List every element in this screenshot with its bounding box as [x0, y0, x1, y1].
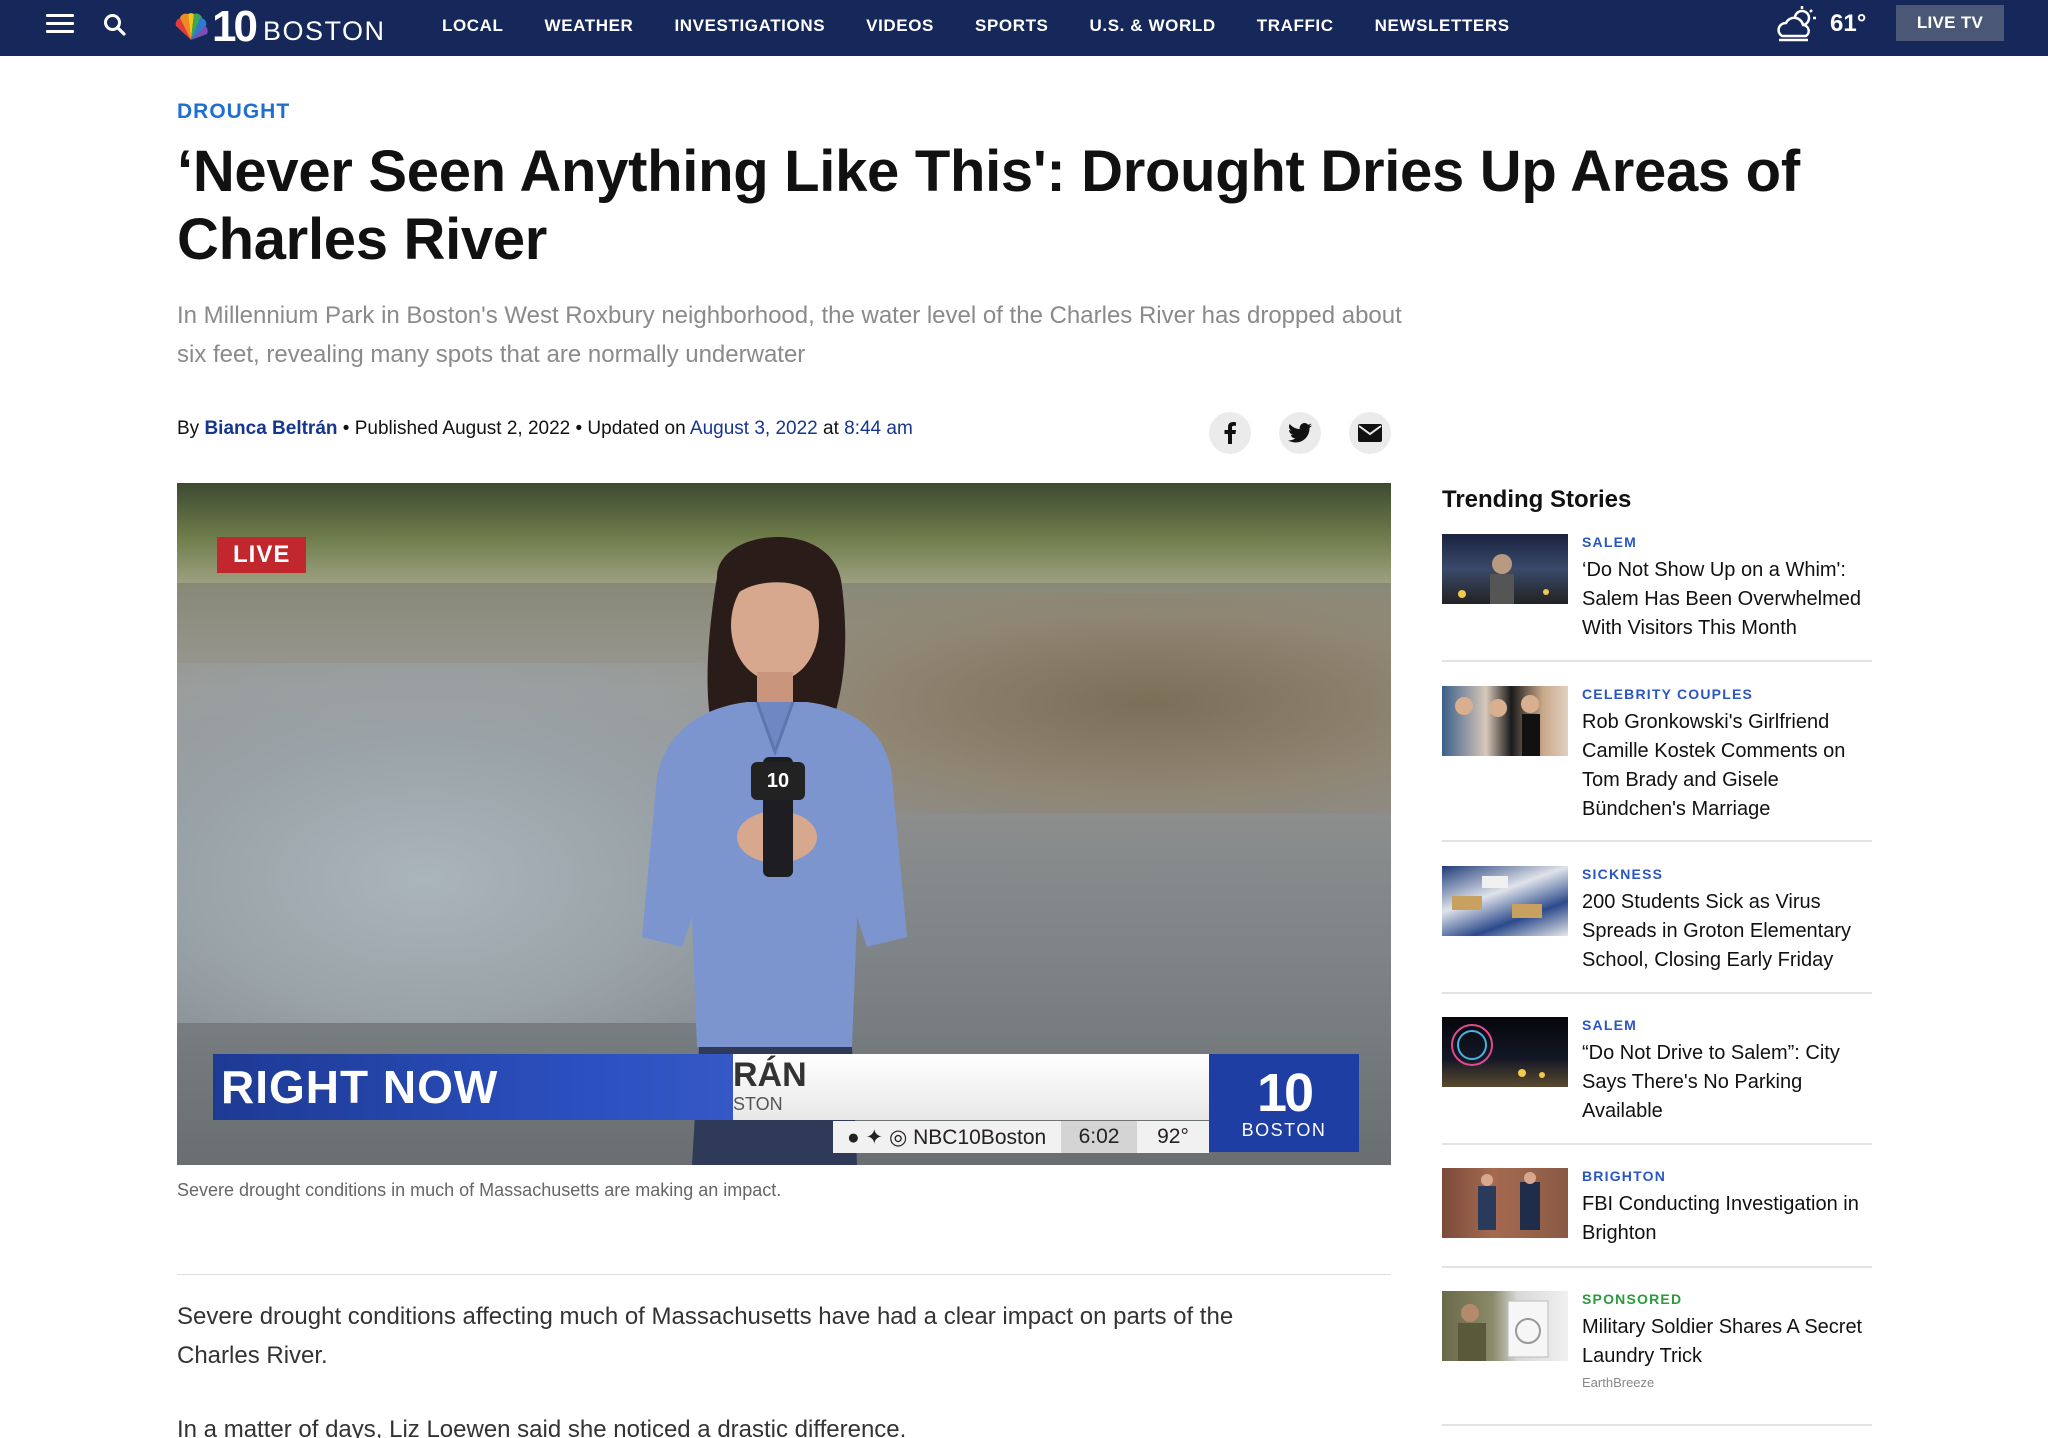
story-title[interactable]: Military Soldier Shares A Secret Laundry… — [1582, 1313, 1872, 1371]
lower-third-name-bar: RÁN STON — [733, 1054, 1209, 1120]
article-paragraph: In a matter of days, Liz Loewen said she… — [177, 1416, 907, 1438]
peacock-icon — [175, 13, 208, 40]
twitter-icon — [1288, 423, 1312, 443]
story-title[interactable]: “Do Not Drive to Salem”: City Says There… — [1582, 1039, 1872, 1126]
story-title[interactable]: 200 Students Sick as Virus Spreads in Gr… — [1582, 888, 1872, 975]
story-category[interactable]: BRIGHTON — [1582, 1168, 1872, 1184]
top-nav: 10 BOSTON LOCAL WEATHER INVESTIGATIONS V… — [0, 0, 2048, 56]
search-icon[interactable] — [102, 12, 128, 38]
brand-number: 10 — [212, 2, 258, 51]
brand-city: BOSTON — [262, 15, 386, 46]
story-divider — [1442, 992, 1872, 994]
lower-third-blue-bar: RIGHT NOW — [213, 1054, 733, 1120]
video-caption: Severe drought conditions in much of Mas… — [177, 1180, 782, 1200]
byline: By Bianca Beltrán • Published August 2, … — [177, 418, 913, 440]
story-divider — [1442, 840, 1872, 842]
story-title[interactable]: ‘Do Not Show Up on a Whim': Salem Has Be… — [1582, 556, 1872, 643]
article-kicker[interactable]: DROUGHT — [177, 100, 290, 124]
social-icons: ● ✦ ◎ — [847, 1125, 914, 1149]
nav-link-traffic[interactable]: TRAFFIC — [1257, 16, 1334, 36]
nav-link-weather[interactable]: WEATHER — [545, 16, 634, 36]
video-player[interactable]: 10 LIVE RIGHT NOW RÁN STON ● ✦ ◎ NBC10Bo… — [177, 483, 1391, 1165]
author-link[interactable]: Bianca Beltrán — [204, 418, 337, 439]
published-text: • Published August 2, 2022 • Updated on — [337, 418, 690, 439]
at-text: at — [817, 418, 845, 439]
story-thumbnail[interactable] — [1442, 1017, 1568, 1087]
nav-link-sports[interactable]: SPORTS — [975, 16, 1049, 36]
share-email-button[interactable] — [1349, 412, 1391, 454]
story-title[interactable]: Rob Gronkowski's Girlfriend Camille Kost… — [1582, 708, 1872, 824]
divider — [177, 1274, 1391, 1275]
trending-stories-title: Trending Stories — [1442, 486, 1632, 513]
reporter-name-fragment: RÁN — [733, 1056, 807, 1094]
share-facebook-button[interactable] — [1209, 412, 1251, 454]
article-paragraph: Severe drought conditions affecting much… — [177, 1303, 1234, 1369]
byline-prefix: By — [177, 418, 205, 439]
ticker-temperature: 92° — [1157, 1125, 1189, 1148]
story-category[interactable]: CELEBRITY COUPLES — [1582, 686, 1872, 702]
nav-link-local[interactable]: LOCAL — [442, 16, 504, 36]
story-thumbnail[interactable] — [1442, 534, 1568, 604]
article-dek: In Millennium Park in Boston's West Roxb… — [177, 302, 1402, 368]
updated-date: August 3, 2022 — [689, 418, 818, 439]
primary-nav: LOCAL WEATHER INVESTIGATIONS VIDEOS SPOR… — [442, 0, 1551, 52]
story-thumbnail[interactable] — [1442, 1291, 1568, 1361]
social-handle: ● ✦ ◎ NBC10Boston — [833, 1125, 1061, 1150]
hamburger-menu-icon[interactable] — [46, 14, 74, 36]
nav-link-investigations[interactable]: INVESTIGATIONS — [674, 16, 825, 36]
live-badge: LIVE — [217, 537, 307, 573]
nav-link-us-world[interactable]: U.S. & WORLD — [1090, 16, 1216, 36]
share-twitter-button[interactable] — [1279, 412, 1321, 454]
ticker-bar: ● ✦ ◎ NBC10Boston 6:02 92° — [833, 1121, 1209, 1153]
station-logo-bug: 10 BOSTON — [1209, 1054, 1359, 1152]
article-headline: ‘Never Seen Anything Like This': Drought… — [177, 139, 1800, 272]
social-handle-text: NBC10Boston — [913, 1125, 1047, 1149]
story-divider — [1442, 1266, 1872, 1268]
weather-widget[interactable]: 61° — [1776, 6, 1866, 42]
lower-third-title: RIGHT NOW — [221, 1061, 499, 1113]
nav-link-newsletters[interactable]: NEWSLETTERS — [1375, 16, 1510, 36]
reporter-city-fragment: STON — [733, 1094, 783, 1114]
station-logo-city: BOSTON — [1241, 1119, 1327, 1140]
story-category[interactable]: SALEM — [1582, 1017, 1872, 1033]
story-divider — [1442, 660, 1872, 662]
story-title[interactable]: FBI Conducting Investigation in Brighton — [1582, 1190, 1872, 1248]
story-category[interactable]: SPONSORED — [1582, 1291, 1872, 1307]
story-divider — [1442, 1424, 1872, 1426]
current-temperature: 61° — [1830, 10, 1867, 37]
story-thumbnail[interactable] — [1442, 866, 1568, 936]
svg-text:10: 10 — [767, 770, 789, 792]
nbc10-boston-logo[interactable]: 10 BOSTON — [172, 2, 385, 52]
envelope-icon — [1358, 424, 1382, 442]
story-category[interactable]: SALEM — [1582, 534, 1872, 550]
story-thumbnail[interactable] — [1442, 686, 1568, 756]
nav-link-videos[interactable]: VIDEOS — [866, 16, 934, 36]
cloud-sun-icon — [1777, 6, 1816, 42]
ticker-clock: 6:02 — [1061, 1121, 1137, 1153]
story-category[interactable]: SICKNESS — [1582, 866, 1872, 882]
story-thumbnail[interactable] — [1442, 1168, 1568, 1238]
updated-time: 8:44 am — [844, 418, 913, 439]
station-logo-number: 10 — [1256, 1062, 1314, 1123]
facebook-icon — [1224, 422, 1236, 444]
story-divider — [1442, 1143, 1872, 1145]
sponsor-source: EarthBreeze — [1582, 1375, 1655, 1390]
lower-third-graphic: RIGHT NOW RÁN STON ● ✦ ◎ NBC10Boston 6:0… — [213, 1054, 1359, 1158]
live-tv-button[interactable]: LIVE TV — [1896, 5, 2004, 41]
